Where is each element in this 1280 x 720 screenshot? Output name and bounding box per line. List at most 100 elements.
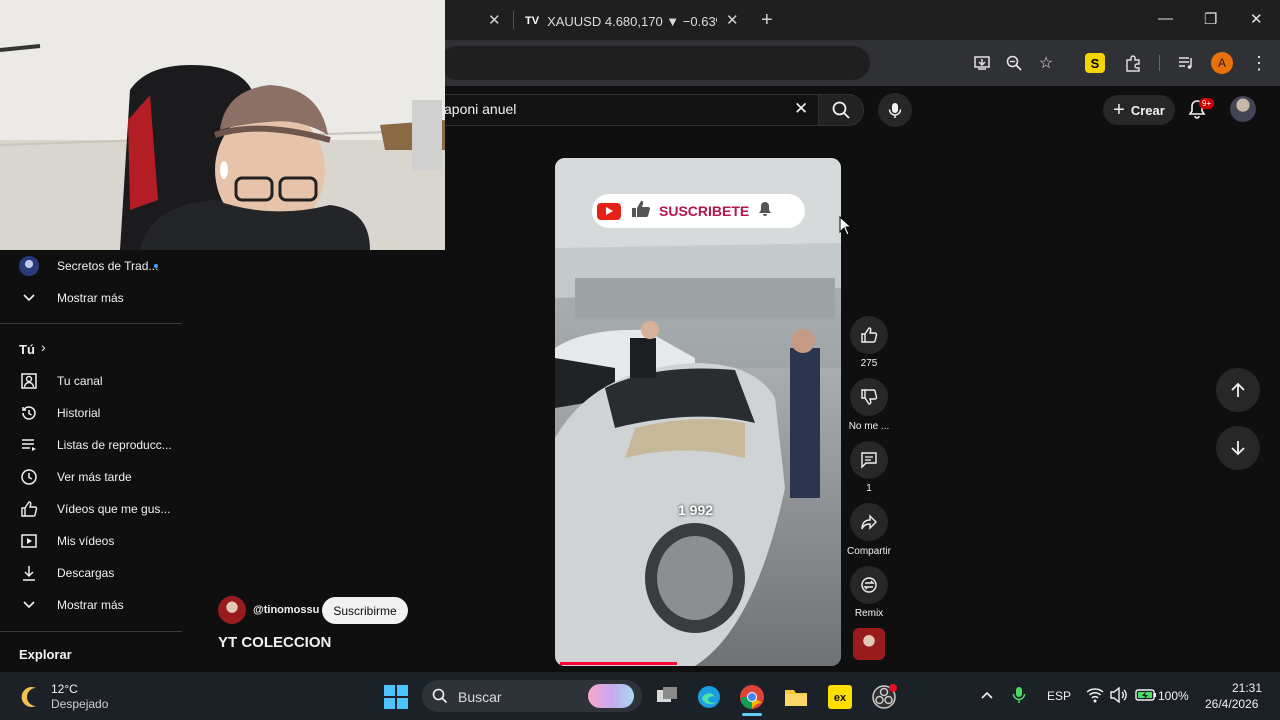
tab-label: XAUUSD 4.680,170 ▼ −0.63% S [547,13,717,29]
sidebar-item-subscription[interactable]: Secretos de Trad... [0,250,182,282]
video-progress-bar[interactable] [560,662,677,665]
new-content-dot [154,264,158,268]
tab-close-icon[interactable]: ✕ [726,11,739,29]
zoom-icon[interactable] [1003,52,1025,74]
media-controls-icon[interactable] [1175,52,1197,74]
tradingview-icon: TV [525,15,540,27]
remix-label: Remix [854,608,884,619]
video-frame [555,158,841,666]
volume-icon[interactable] [1110,686,1128,708]
overlay-counter: 1 992 [678,502,714,518]
search-icon [432,688,448,709]
task-view-icon[interactable] [654,684,680,710]
new-tab-icon[interactable]: + [761,9,773,32]
account-avatar[interactable] [1230,96,1256,122]
sidebar-item-downloads[interactable]: Descargas [0,557,182,589]
explore-heading: Explorar [19,647,72,662]
address-bar[interactable] [440,46,870,80]
sidebar-item-playlists[interactable]: Listas de reproducc... [0,429,182,461]
thumb-down-icon [861,389,878,405]
language-indicator[interactable]: ESP [1047,689,1071,703]
you-heading: Tú [19,342,35,357]
sidebar-item-history[interactable]: Historial [0,397,182,429]
comments-button[interactable] [850,441,888,479]
next-short-button[interactable] [1216,426,1260,470]
chevron-right-icon: › [41,339,46,355]
windows-start-icon[interactable] [383,684,409,710]
previous-short-button[interactable] [1216,368,1260,412]
clear-search-icon[interactable]: ✕ [794,99,808,119]
svg-text:ex: ex [834,692,847,704]
subscribe-overlay-banner: SUSCRIBETE [592,194,805,228]
sidebar-item-label: Vídeos que me gus... [57,502,171,516]
mouse-cursor-icon [839,216,853,236]
edge-browser-icon[interactable] [696,684,722,710]
sidebar-item-label: Descargas [57,566,115,580]
remix-icon [861,577,877,593]
install-app-icon[interactable] [971,52,993,74]
dislike-button[interactable] [850,378,888,416]
chrome-browser-icon[interactable] [739,684,765,710]
battery-charging-icon[interactable] [1135,688,1157,707]
weather-temperature: 12°C [51,682,78,696]
bookmark-star-icon[interactable]: ☆ [1035,52,1057,74]
voice-search-button[interactable] [878,93,912,127]
tab-xauusd[interactable]: TV XAUUSD 4.680,170 ▼ −0.63% S [525,6,725,36]
battery-percent: 100% [1158,689,1189,703]
playlist-icon [19,435,39,455]
sidebar-item-label: Secretos de Trad... [57,259,159,273]
clock-time[interactable]: 21:31 [1232,681,1262,695]
active-app-indicator [742,713,762,716]
clock-date[interactable]: 26/4/2026 [1205,697,1258,711]
microphone-tray-icon[interactable] [1012,686,1026,709]
weather-description: Despejado [51,697,109,711]
restore-icon[interactable]: ❐ [1204,10,1217,28]
search-button[interactable] [818,94,864,126]
short-video-player[interactable] [555,158,841,666]
subscribe-button[interactable]: Suscribirme [322,597,408,624]
sidebar-item-liked-videos[interactable]: Vídeos que me gus... [0,493,182,525]
search-icon [832,101,850,119]
microphone-icon [888,103,902,118]
youtube-logo-icon [597,202,621,220]
short-title[interactable]: YT COLECCION [218,634,331,651]
user-square-icon [19,371,39,391]
sidebar-item-label: Mostrar más [57,291,124,305]
remix-button[interactable] [850,566,888,604]
toolbar-divider [1159,55,1160,71]
file-explorer-icon[interactable] [783,684,809,710]
extension-s-icon[interactable]: S [1085,53,1105,73]
wifi-icon[interactable] [1086,687,1104,708]
sidebar-item-label: Mis vídeos [57,534,115,548]
profile-avatar[interactable]: A [1211,52,1233,74]
sidebar-item-watch-later[interactable]: Ver más tarde [0,461,182,493]
sidebar-you-heading[interactable]: Tú › [0,333,182,365]
minimize-icon[interactable]: — [1158,10,1173,27]
share-arrow-icon [861,514,877,530]
search-highlight-icon [588,684,634,708]
sidebar-item-your-channel[interactable]: Tu canal [0,365,182,397]
sidebar-show-more-you[interactable]: Mostrar más [0,589,182,621]
weather-moon-icon[interactable] [19,684,45,710]
sidebar-item-my-videos[interactable]: Mis vídeos [0,525,182,557]
tab-close-icon[interactable]: ✕ [488,11,501,29]
sidebar-item-label: Tu canal [57,374,103,388]
more-menu-icon[interactable]: ⋮ [1248,52,1270,74]
channel-handle[interactable]: @tinomossu [253,604,319,616]
sidebar-divider [0,631,182,632]
extensions-puzzle-icon[interactable] [1122,52,1144,74]
sound-thumbnail[interactable] [853,628,885,660]
share-button[interactable] [850,503,888,541]
obs-studio-icon[interactable] [871,684,897,710]
sidebar-show-more-subscriptions[interactable]: Mostrar más [0,282,182,314]
tray-overflow-chevron-icon[interactable] [980,688,994,705]
exness-app-icon[interactable]: ex [827,684,853,710]
channel-avatar[interactable] [218,596,246,624]
create-button[interactable]: + Crear [1103,95,1175,125]
like-button[interactable] [850,316,888,354]
sidebar-item-label: Ver más tarde [57,470,132,484]
thumb-up-icon [861,327,878,343]
clock-icon [19,467,39,487]
window-close-icon[interactable]: ✕ [1250,10,1263,28]
comment-icon [861,452,877,469]
